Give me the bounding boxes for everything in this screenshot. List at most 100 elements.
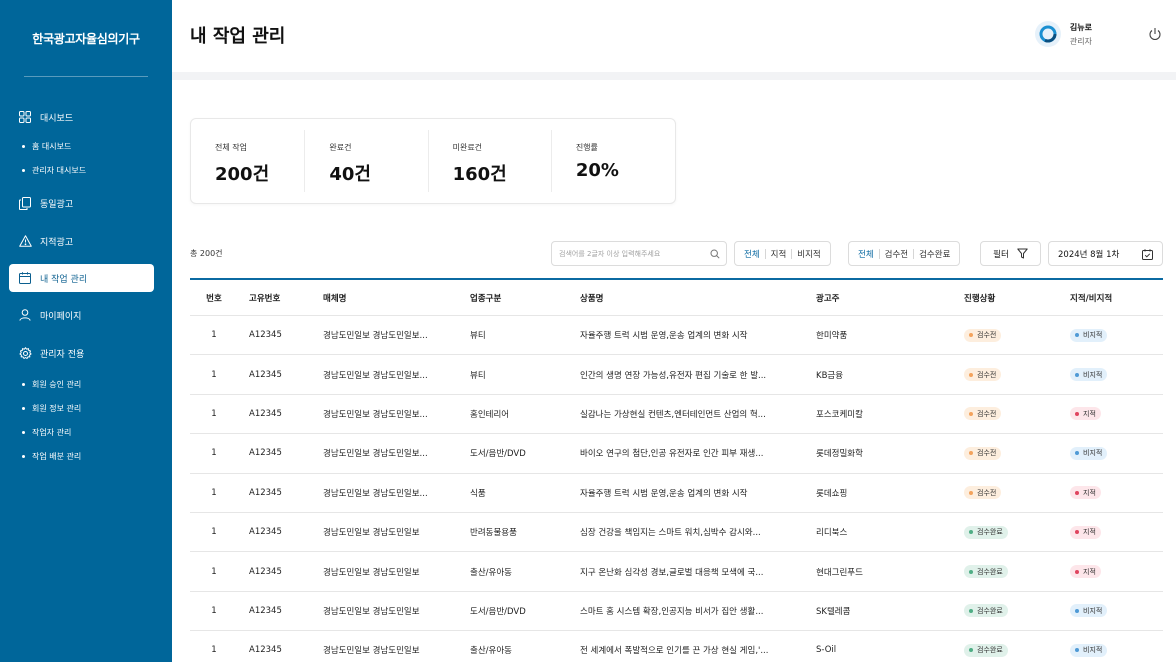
calendar-icon	[18, 271, 32, 285]
cell-id: A12345	[249, 645, 282, 656]
search-input[interactable]	[559, 249, 709, 258]
cell-advertiser: 리디북스	[816, 528, 848, 539]
status-dot-icon	[969, 569, 973, 574]
cell-number: 1	[211, 605, 217, 616]
cell-number: 1	[211, 527, 217, 538]
stats-summary-card: 전체 작업 200건 완료건 40건 미완료건 160건 진행률 20%	[190, 118, 676, 204]
status-badge: 검수완료	[964, 565, 1008, 579]
badge-label: 지적	[1083, 567, 1096, 576]
cell-product: 바이오 연구의 첨단,인공 유전자로 인간 피부 재생...	[580, 449, 764, 460]
table-row[interactable]: 1 A12345 경남도민일보 경남도민일보... 도서/음반/DVD 바이오 연구의 …	[190, 434, 1163, 474]
point-filter-all[interactable]: 전체	[739, 248, 765, 260]
column-header-category[interactable]: 업종구분	[459, 292, 569, 304]
status-dot-icon	[969, 333, 973, 338]
review-filter-toggle: 전체 검수전 검수완료	[848, 241, 961, 266]
cell-point: 지적	[1060, 565, 1163, 579]
cell-advertiser: S-Oil	[816, 645, 837, 656]
sidebar-item-my-tasks[interactable]: 내 작업 관리	[9, 264, 154, 292]
badge-label: 비지적	[1083, 449, 1103, 458]
column-header-product[interactable]: 상품명	[569, 292, 804, 304]
table-row[interactable]: 1 A12345 경남도민일보 경남도민일보... 식품 자율주행 트럭 시범 운영,운…	[190, 474, 1163, 513]
status-dot-icon	[969, 451, 973, 456]
stat-label: 진행률	[575, 143, 598, 152]
point-badge: 지적	[1070, 486, 1101, 500]
cell-product: 자율주행 트럭 시범 운영,운송 업계의 변화 시작	[580, 331, 748, 342]
cell-category: 도서/음반/DVD	[470, 449, 526, 460]
status-dot-icon	[1075, 372, 1079, 377]
cell-category: 식품	[470, 488, 486, 499]
sidebar-item-same-ads[interactable]: 동일광고	[0, 188, 172, 218]
stat-progress: 진행률 20%	[552, 130, 675, 192]
sidebar-item-flagged-ads[interactable]: 지적광고	[0, 226, 172, 256]
review-filter-all[interactable]: 전체	[853, 248, 879, 260]
review-filter-pending[interactable]: 검수전	[880, 248, 913, 260]
review-filter-done[interactable]: 검수완료	[914, 248, 955, 260]
sidebar-subitem-worker-management[interactable]: 작업자 관리	[0, 420, 172, 444]
status-badge: 검수전	[964, 407, 1002, 421]
bullet-icon	[22, 382, 25, 386]
point-filter-nonflagged[interactable]: 비지적	[792, 248, 825, 260]
sidebar-subitem-label: 작업자 관리	[32, 427, 72, 437]
table-row[interactable]: 1 A12345 경남도민일보 경남도민일보 도서/음반/DVD 스마트 홈 시스템 확…	[190, 592, 1163, 632]
table-row[interactable]: 1 A12345 경남도민일보 경남도민일보... 뷰티 자율주행 트럭 시범 운영,운…	[190, 316, 1163, 356]
sidebar-nav: 대시보드 홈 대시보드 관리자 대시보드 동일광고 지적광고 내 작업 관리 마…	[0, 100, 172, 468]
column-header-number[interactable]: 번호	[190, 292, 238, 304]
table-row[interactable]: 1 A12345 경남도민일보 경남도민일보 반려동물용품 심장 건강을 책임지는 스마…	[190, 513, 1163, 553]
cell-advertiser: 한미약품	[816, 331, 848, 342]
cell-point: 비지적	[1060, 643, 1163, 657]
filter-button[interactable]: 필터	[980, 241, 1041, 266]
cell-product: 자율주행 트럭 시범 운영,운송 업계의 변화 시작	[580, 488, 748, 499]
column-header-media[interactable]: 매체명	[311, 292, 459, 304]
table-row[interactable]: 1 A12345 경남도민일보 경남도민일보... 홈인테리어 실감나는 가상현실 컨텐…	[190, 395, 1163, 435]
point-filter-flagged[interactable]: 지적	[766, 248, 792, 260]
cell-category: 뷰티	[470, 331, 486, 342]
sidebar-item-mypage[interactable]: 마이페이지	[0, 300, 172, 330]
stat-value: 160건	[452, 164, 507, 185]
table-row[interactable]: 1 A12345 경남도민일보 경남도민일보 출산/유아동 전 세계에서 폭발적으로 인…	[190, 631, 1163, 662]
column-header-id[interactable]: 고유번호	[238, 292, 311, 304]
cell-point: 비지적	[1060, 368, 1163, 382]
copy-icon	[18, 196, 32, 210]
search-box[interactable]	[551, 241, 727, 266]
sidebar-item-dashboard[interactable]: 대시보드	[0, 102, 172, 132]
header-divider	[172, 72, 1176, 80]
stat-incomplete: 미완료건 160건	[429, 130, 552, 192]
stat-total: 전체 작업 200건	[191, 130, 306, 192]
table-row[interactable]: 1 A12345 경남도민일보 경남도민일보... 뷰티 인간의 생명 연장 가능성,유…	[190, 355, 1163, 395]
cell-advertiser: 포스코케미칼	[816, 409, 863, 420]
status-dot-icon	[969, 530, 973, 535]
search-icon[interactable]	[710, 249, 720, 259]
user-profile[interactable]: 김뉴로 관리자	[1034, 21, 1092, 47]
badge-label: 비지적	[1083, 370, 1103, 379]
sidebar-item-label: 마이페이지	[40, 311, 82, 322]
column-header-status[interactable]: 진행상황	[952, 292, 1060, 304]
sidebar-subitem-admin-dashboard[interactable]: 관리자 대시보드	[0, 158, 172, 182]
cell-product: 지구 온난화 심각성 경보,글로벌 대응책 모색에 국...	[580, 567, 764, 578]
logout-power-icon[interactable]	[1148, 27, 1162, 41]
date-round-select[interactable]: 2024년 8월 1차	[1048, 241, 1163, 266]
sidebar-subitem-member-info[interactable]: 회원 정보 관리	[0, 396, 172, 420]
status-dot-icon	[1075, 490, 1079, 495]
sidebar-subitem-task-distribution[interactable]: 작업 배분 관리	[0, 444, 172, 468]
status-dot-icon	[969, 608, 973, 613]
sidebar-subitem-home-dashboard[interactable]: 홈 대시보드	[0, 134, 172, 158]
cell-number: 1	[211, 330, 217, 341]
status-dot-icon	[1075, 411, 1079, 416]
table-row[interactable]: 1 A12345 경남도민일보 경남도민일보 출산/유아동 지구 온난화 심각성 경보,…	[190, 552, 1163, 592]
brand-logo-text[interactable]: 한국광고자율심의기구	[0, 0, 172, 76]
cell-category: 출산/유아동	[470, 567, 512, 578]
stat-label: 완료건	[329, 143, 352, 152]
sidebar: 한국광고자율심의기구 대시보드 홈 대시보드 관리자 대시보드 동일광고 지적광…	[0, 0, 172, 662]
stat-label: 미완료건	[452, 143, 483, 152]
cell-media: 경남도민일보 경남도민일보...	[323, 449, 428, 460]
badge-label: 지적	[1083, 488, 1096, 497]
sidebar-item-admin[interactable]: 관리자 전용	[0, 338, 172, 368]
point-badge: 지적	[1070, 525, 1101, 539]
cell-media: 경남도민일보 경남도민일보...	[323, 409, 428, 420]
column-header-point[interactable]: 지적/비지적	[1060, 292, 1163, 304]
sidebar-subitem-member-approval[interactable]: 회원 승인 관리	[0, 372, 172, 396]
cell-id: A12345	[249, 566, 282, 577]
column-header-advertiser[interactable]: 광고주	[804, 292, 952, 304]
status-dot-icon	[969, 490, 973, 495]
user-name: 김뉴로	[1069, 22, 1092, 32]
